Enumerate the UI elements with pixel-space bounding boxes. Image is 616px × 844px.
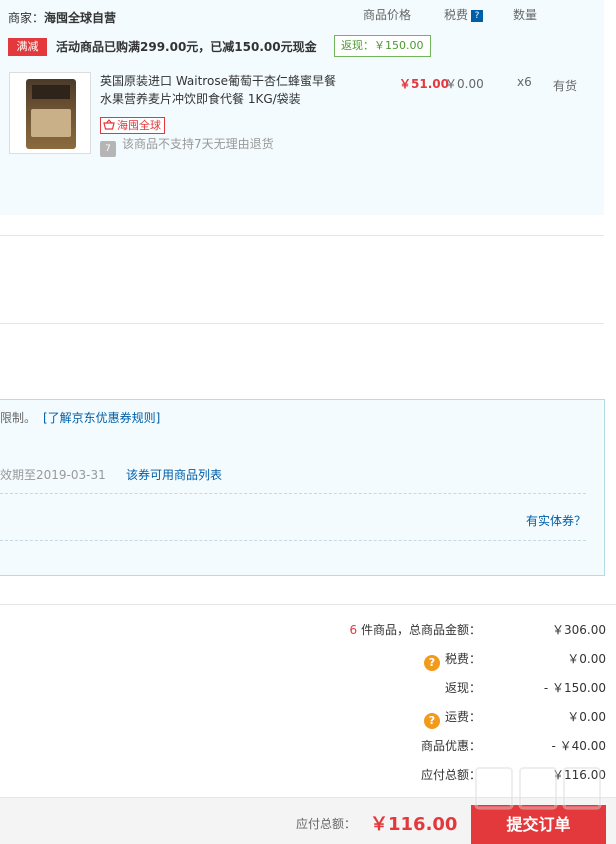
merchant-name[interactable]: 海囤全球自营 [44,11,116,25]
promo-text: 活动商品已购满299.00元，已减150.00元现金 [56,40,317,54]
summary-due-value: ￥116.00 [552,768,606,782]
submit-order-button[interactable]: 提交订单 [471,805,606,844]
help-icon[interactable]: ? [471,10,484,22]
summary-cashback-row: 返现： - ￥150.00 [300,677,606,697]
promo-tag: 满减 [8,38,47,56]
column-header-tax: 税费? [444,6,484,23]
merchant-label: 商家： [8,11,45,25]
summary-shipping-value: ￥0.00 [567,710,606,724]
product-image [26,79,76,149]
coupon-products-link[interactable]: 该券可用商品列表 [126,466,222,483]
help-icon[interactable]: ? [423,655,440,671]
divider [0,604,616,605]
column-header-tax-label: 税费 [444,8,469,22]
physical-coupon-link[interactable]: 有实体券？ [526,512,586,529]
summary-shipping-label: 运费： [444,710,481,724]
summary-discount-label: 商品优惠： [420,739,481,753]
summary-discount-row: 商品优惠： - ￥40.00 [300,735,606,755]
summary-tax-label: 税费： [444,652,481,666]
help-icon[interactable]: ? [423,713,440,729]
no-return-notice: 7 该商品不支持7天无理由退货 [100,135,274,157]
summary-tax-value: ￥0.00 [567,652,606,666]
summary-total-row: 6 件商品，总商品金额： ￥306.00 [300,619,606,639]
summary-tax-row: ? 税费： ￥0.00 [300,648,606,671]
dashed-divider [0,540,586,541]
no-return-text: 该商品不支持7天无理由退货 [122,137,274,151]
divider [0,323,604,324]
item-tax: ￥0.00 [445,77,484,91]
column-header-price: 商品价格 [363,8,412,22]
item-price: ￥51.00 [399,77,449,91]
summary-due-label: 应付总额： [420,768,481,782]
summary-total-value: ￥306.00 [552,623,606,637]
coupon-limit-text: 限制。 [0,411,37,425]
global-badge-label: 海囤全球 [117,119,161,132]
product-title[interactable]: 英国原装进口 Waitrose葡萄干杏仁蜂蜜早餐水果营养麦片冲饮即食代餐 1KG… [100,72,340,108]
column-header-qty: 数量 [513,8,538,22]
summary-due-row: 应付总额： ￥116.00 [300,764,606,784]
seven-day-return-icon: 7 [100,141,116,157]
pay-total-label: 应付总额： [296,817,357,831]
global-badge: 海囤全球 [100,117,165,134]
cashback-badge: 返现：￥150.00 [334,35,431,57]
summary-discount-value: - ￥40.00 [551,739,607,753]
merchant-line: 商家：海囤全球自营 [8,9,116,26]
summary-total-label: 件商品，总商品金额： [357,623,481,637]
item-qty: x6 [517,75,532,89]
item-stock: 有货 [553,79,578,93]
divider [0,235,604,236]
pay-total-amount: ￥116.00 [370,814,458,835]
dashed-divider [0,493,586,494]
shopping-basket-icon [103,119,115,130]
summary-cashback-value: - ￥150.00 [543,681,606,695]
summary-cashback-label: 返现： [444,681,481,695]
coupon-expiry: 效期至2019-03-31 [0,468,106,482]
summary-shipping-row: ? 运费： ￥0.00 [300,706,606,729]
product-thumbnail[interactable] [9,72,91,154]
coupon-rules-link[interactable]: [了解京东优惠券规则] [43,409,160,426]
